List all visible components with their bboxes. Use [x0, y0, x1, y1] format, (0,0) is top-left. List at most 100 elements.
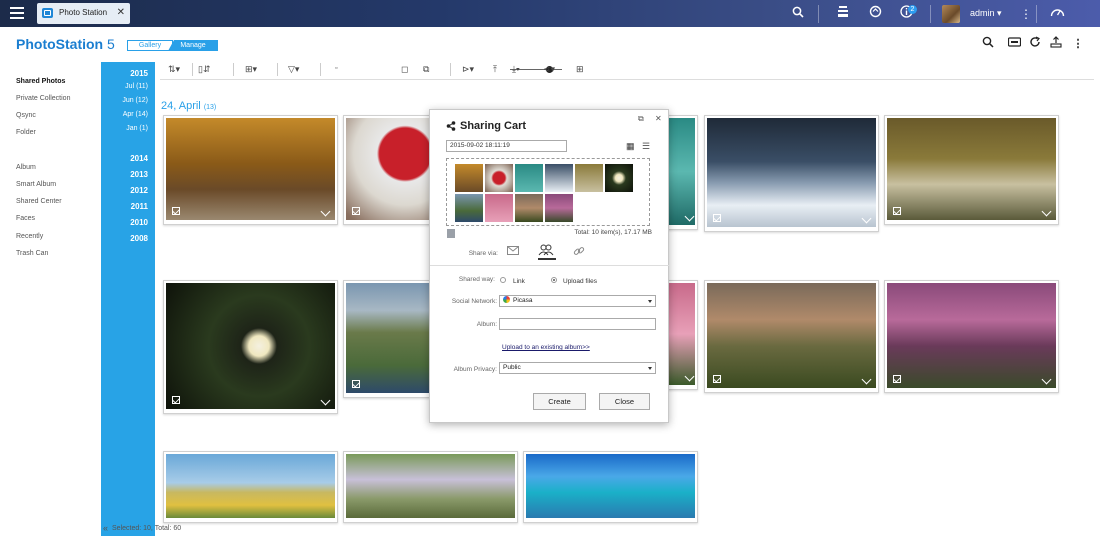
sidebar: Shared Photos Private Collection Qsync F… — [0, 62, 100, 536]
checkbox-icon[interactable] — [352, 380, 360, 388]
tab-gallery[interactable]: Gallery — [127, 40, 173, 51]
upload-arrow-icon[interactable]: ⤒ — [493, 62, 497, 76]
search-icon[interactable] — [980, 36, 996, 52]
sidebar-item-smart-album[interactable]: Smart Album — [16, 181, 56, 188]
checkbox-icon[interactable] — [172, 396, 180, 404]
timeline-month[interactable]: Jan (1) — [126, 125, 148, 132]
checkbox-icon[interactable] — [893, 375, 901, 383]
timeline-year[interactable]: 2010 — [130, 218, 148, 227]
social-network-select[interactable]: Picasa — [499, 295, 656, 307]
timeline-month[interactable]: Apr (14) — [123, 111, 148, 118]
notification-badge: 2 — [908, 5, 917, 14]
zoom-out-icon[interactable]: ▫ — [335, 62, 337, 76]
dashboard-icon[interactable] — [1048, 5, 1066, 23]
add-icon[interactable]: ⊞▾ — [245, 62, 257, 76]
photo-thumbnail[interactable] — [704, 115, 879, 232]
timeline-year[interactable]: 2014 — [130, 154, 148, 163]
select-grid-icon[interactable]: ⊞ — [576, 62, 584, 76]
timeline-year[interactable]: 2013 — [130, 170, 148, 179]
restore-icon[interactable]: ⧉ — [638, 114, 644, 124]
checkbox-icon[interactable] — [713, 214, 721, 222]
photo-thumbnail[interactable] — [884, 280, 1059, 393]
timeline-month[interactable]: Jul (11) — [125, 83, 148, 90]
timeline-year[interactable]: 2011 — [131, 202, 148, 211]
app-tab-photo-station[interactable]: Photo Station ✕ — [37, 3, 130, 24]
cart-item[interactable] — [515, 194, 543, 222]
sidebar-item-faces[interactable]: Faces — [16, 215, 35, 222]
photo-thumbnail[interactable] — [163, 280, 338, 414]
sidebar-item-shared-center[interactable]: Shared Center — [16, 198, 62, 205]
photo-thumbnail[interactable] — [163, 451, 338, 523]
fit-icon[interactable]: ⧉ — [423, 62, 429, 76]
selection-status: Selected: 10, Total: 60 — [112, 524, 182, 532]
menu-icon[interactable] — [10, 7, 24, 19]
upload-icon[interactable] — [1048, 36, 1064, 52]
photo-thumbnail[interactable] — [884, 115, 1059, 225]
cart-item[interactable] — [605, 164, 633, 192]
radio-upload-files[interactable] — [551, 277, 557, 283]
sidebar-item-private-collection[interactable]: Private Collection — [16, 95, 70, 102]
sidebar-item-album[interactable]: Album — [16, 164, 36, 171]
sync-icon[interactable] — [866, 5, 884, 23]
sidebar-item-trash-can[interactable]: Trash Can — [16, 250, 48, 257]
display-mode-icon[interactable]: ▯⇵ — [198, 62, 211, 76]
sort-icon[interactable]: ⇅▾ — [168, 62, 180, 76]
date-field[interactable]: 2015-09-02 18:11:19 — [446, 140, 567, 152]
photo-thumbnail[interactable] — [704, 280, 879, 393]
cart-item[interactable] — [485, 194, 513, 222]
refresh-icon[interactable] — [1027, 36, 1043, 52]
user-menu[interactable]: admin ▾ — [970, 8, 1002, 19]
photo-thumbnail[interactable] — [163, 115, 338, 225]
close-button[interactable]: Close — [599, 393, 650, 410]
collapse-icon[interactable]: « — [103, 523, 108, 533]
zoom-in-icon[interactable]: ◻ — [401, 62, 408, 76]
cart-item[interactable] — [575, 164, 603, 192]
close-tab-icon[interactable]: ✕ — [117, 7, 125, 18]
checkbox-icon[interactable] — [172, 207, 180, 215]
radio-link[interactable] — [500, 277, 506, 283]
photo-thumbnail[interactable] — [343, 280, 433, 398]
sidebar-item-qsync[interactable]: Qsync — [16, 112, 36, 119]
timeline-year[interactable]: 2012 — [130, 186, 148, 195]
filter-icon[interactable]: ▽▾ — [288, 62, 299, 76]
checkbox-icon[interactable] — [352, 207, 360, 215]
cart-item[interactable] — [455, 194, 483, 222]
grid-view-icon[interactable]: ▦ — [626, 141, 635, 152]
close-icon[interactable]: ✕ — [655, 114, 662, 123]
more-vertical-icon[interactable]: ⋮ — [1017, 5, 1035, 23]
avatar[interactable] — [942, 5, 960, 23]
checkbox-icon[interactable] — [713, 375, 721, 383]
timeline-month[interactable]: Jun (12) — [122, 97, 148, 104]
tab-manage[interactable]: Manage — [168, 40, 218, 51]
download-icon[interactable]: ⤓▾ — [512, 62, 520, 76]
sidebar-item-folder[interactable]: Folder — [16, 129, 36, 136]
photo-thumbnail[interactable] — [523, 451, 698, 523]
list-view-icon[interactable]: ☰ — [642, 141, 650, 152]
sharing-cart-dialog: ⧉ ✕ Sharing Cart ▦ ☰ 2015-09-02 18:11:19… — [429, 109, 670, 423]
email-icon[interactable] — [507, 246, 519, 257]
slideshow-icon[interactable] — [1006, 36, 1022, 52]
sidebar-item-shared-photos[interactable]: Shared Photos — [16, 78, 65, 85]
cart-item[interactable] — [545, 194, 573, 222]
stack-icon[interactable] — [834, 5, 852, 23]
cart-item[interactable] — [545, 164, 573, 192]
photo-thumbnail[interactable] — [343, 451, 518, 523]
create-button[interactable]: Create — [533, 393, 586, 410]
cart-item[interactable] — [455, 164, 483, 192]
share-icon[interactable]: ⋖▾ — [543, 62, 555, 76]
cart-item[interactable] — [515, 164, 543, 192]
album-input[interactable] — [499, 318, 656, 330]
album-privacy-select[interactable]: Public — [499, 362, 656, 374]
trash-icon[interactable] — [447, 229, 455, 238]
sidebar-item-recently[interactable]: Recently — [16, 233, 43, 240]
social-icon[interactable] — [538, 244, 556, 260]
slideshow-play-icon[interactable]: ⊳▾ — [462, 62, 474, 76]
timeline-year[interactable]: 2008 — [130, 234, 148, 243]
cart-item[interactable] — [485, 164, 513, 192]
timeline-year[interactable]: 2015 — [130, 69, 148, 78]
more-vertical-icon[interactable]: ⋮ — [1070, 36, 1086, 52]
link-icon[interactable] — [573, 245, 585, 259]
checkbox-icon[interactable] — [893, 207, 901, 215]
search-icon[interactable] — [789, 5, 807, 23]
upload-existing-album-link[interactable]: Upload to an existing album>> — [502, 344, 590, 351]
